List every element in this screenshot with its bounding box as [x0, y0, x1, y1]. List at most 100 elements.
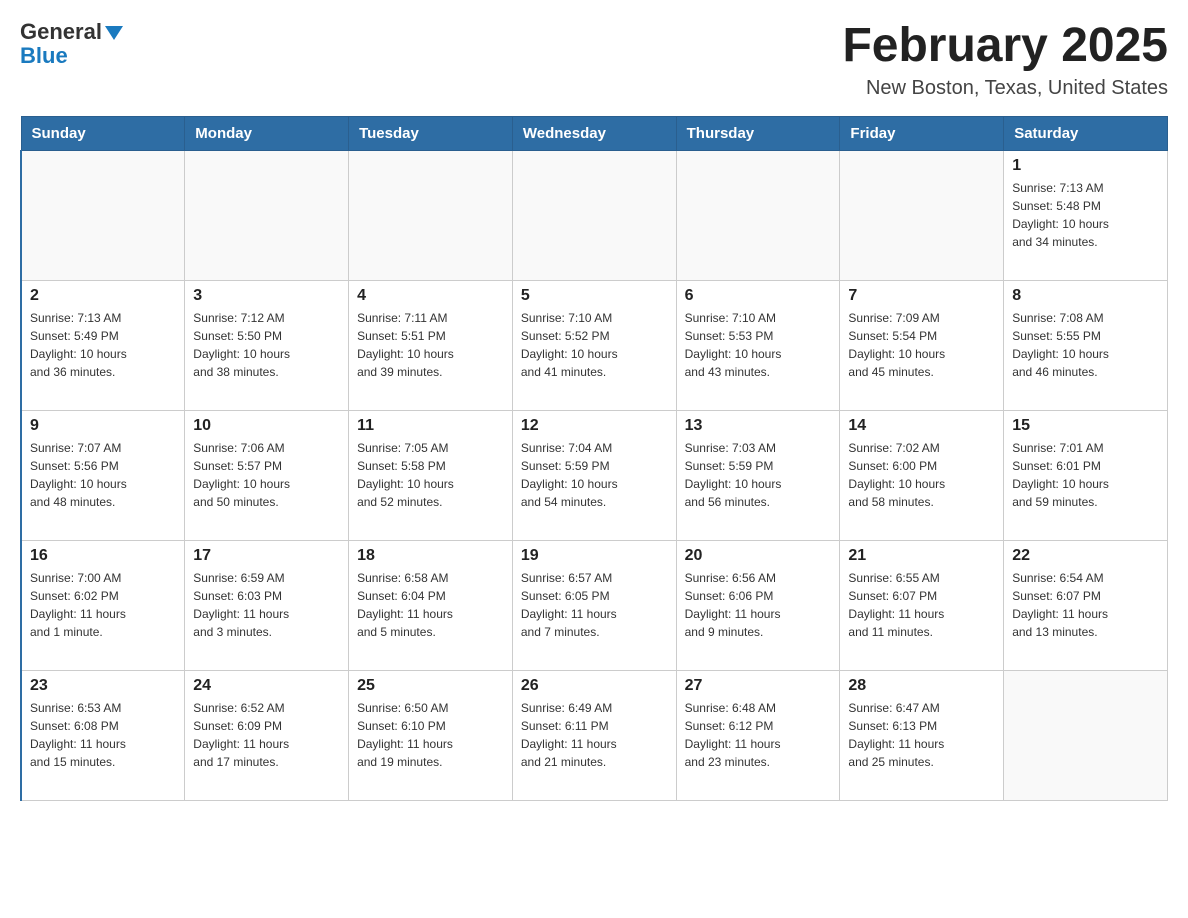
day-info: Sunrise: 6:56 AM Sunset: 6:06 PM Dayligh… [685, 569, 832, 641]
calendar-week-row: 9 Sunrise: 7:07 AM Sunset: 5:56 PM Daylig… [21, 410, 1168, 540]
calendar-day-cell: 21 Sunrise: 6:55 AM Sunset: 6:07 PM Dayli… [840, 540, 1004, 670]
day-info: Sunrise: 7:01 AM Sunset: 6:01 PM Dayligh… [1012, 439, 1159, 511]
day-info: Sunrise: 7:03 AM Sunset: 5:59 PM Dayligh… [685, 439, 832, 511]
logo-top-row: General [20, 20, 123, 44]
day-info: Sunrise: 6:52 AM Sunset: 6:09 PM Dayligh… [193, 699, 340, 771]
day-info: Sunrise: 7:10 AM Sunset: 5:53 PM Dayligh… [685, 309, 832, 381]
logo: General Blue [20, 20, 123, 68]
days-of-week-row: SundayMondayTuesdayWednesdayThursdayFrid… [21, 116, 1168, 150]
calendar-table: SundayMondayTuesdayWednesdayThursdayFrid… [20, 116, 1168, 801]
day-number: 24 [193, 677, 340, 695]
page-header: General Blue February 2025 New Boston, T… [20, 20, 1168, 100]
day-number: 23 [30, 677, 176, 695]
day-number: 7 [848, 287, 995, 305]
day-number: 16 [30, 547, 176, 565]
day-info: Sunrise: 7:10 AM Sunset: 5:52 PM Dayligh… [521, 309, 668, 381]
calendar-day-cell: 19Sunrise: 6:57 AM Sunset: 6:05 PM Dayli… [512, 540, 676, 670]
calendar-day-cell: 27Sunrise: 6:48 AM Sunset: 6:12 PM Dayli… [676, 670, 840, 800]
day-number: 1 [1012, 157, 1159, 175]
day-number: 27 [685, 677, 832, 695]
day-info: Sunrise: 7:05 AM Sunset: 5:58 PM Dayligh… [357, 439, 504, 511]
day-number: 2 [30, 287, 176, 305]
day-info: Sunrise: 6:55 AM Sunset: 6:07 PM Dayligh… [848, 569, 995, 641]
day-info: Sunrise: 7:07 AM Sunset: 5:56 PM Dayligh… [30, 439, 176, 511]
calendar-day-cell: 11 Sunrise: 7:05 AM Sunset: 5:58 PM Dayli… [349, 410, 513, 540]
day-info: Sunrise: 6:54 AM Sunset: 6:07 PM Dayligh… [1012, 569, 1159, 641]
day-of-week-header: Monday [185, 116, 349, 150]
calendar-header: SundayMondayTuesdayWednesdayThursdayFrid… [21, 116, 1168, 150]
calendar-day-cell: 8 Sunrise: 7:08 AM Sunset: 5:55 PM Daylig… [1004, 280, 1168, 410]
day-of-week-header: Wednesday [512, 116, 676, 150]
calendar-day-cell: 20Sunrise: 6:56 AM Sunset: 6:06 PM Dayli… [676, 540, 840, 670]
day-number: 25 [357, 677, 504, 695]
calendar-day-cell: 4 Sunrise: 7:11 AM Sunset: 5:51 PM Daylig… [349, 280, 513, 410]
calendar-week-row: 23 Sunrise: 6:53 AM Sunset: 6:08 PM Dayli… [21, 670, 1168, 800]
day-number: 14 [848, 417, 995, 435]
calendar-day-cell [349, 150, 513, 280]
day-number: 6 [685, 287, 832, 305]
calendar-week-row: 16Sunrise: 7:00 AM Sunset: 6:02 PM Dayli… [21, 540, 1168, 670]
calendar-day-cell: 1 Sunrise: 7:13 AM Sunset: 5:48 PM Daylig… [1004, 150, 1168, 280]
day-info: Sunrise: 6:49 AM Sunset: 6:11 PM Dayligh… [521, 699, 668, 771]
day-number: 12 [521, 417, 668, 435]
day-info: Sunrise: 7:13 AM Sunset: 5:48 PM Dayligh… [1012, 179, 1159, 251]
calendar-day-cell: 28 Sunrise: 6:47 AM Sunset: 6:13 PM Dayli… [840, 670, 1004, 800]
calendar-day-cell: 15 Sunrise: 7:01 AM Sunset: 6:01 PM Dayli… [1004, 410, 1168, 540]
day-info: Sunrise: 7:08 AM Sunset: 5:55 PM Dayligh… [1012, 309, 1159, 381]
day-number: 10 [193, 417, 340, 435]
calendar-day-cell [185, 150, 349, 280]
calendar-day-cell: 23 Sunrise: 6:53 AM Sunset: 6:08 PM Dayli… [21, 670, 185, 800]
day-number: 8 [1012, 287, 1159, 305]
day-info: Sunrise: 6:47 AM Sunset: 6:13 PM Dayligh… [848, 699, 995, 771]
calendar-day-cell: 13Sunrise: 7:03 AM Sunset: 5:59 PM Dayli… [676, 410, 840, 540]
day-number: 22 [1012, 547, 1159, 565]
day-number: 11 [357, 417, 504, 435]
day-info: Sunrise: 7:06 AM Sunset: 5:57 PM Dayligh… [193, 439, 340, 511]
day-number: 9 [30, 417, 176, 435]
day-info: Sunrise: 6:58 AM Sunset: 6:04 PM Dayligh… [357, 569, 504, 641]
calendar-day-cell: 17 Sunrise: 6:59 AM Sunset: 6:03 PM Dayli… [185, 540, 349, 670]
day-number: 18 [357, 547, 504, 565]
day-info: Sunrise: 6:59 AM Sunset: 6:03 PM Dayligh… [193, 569, 340, 641]
logo-blue-text: Blue [20, 43, 68, 68]
logo-triangle-icon [105, 26, 123, 40]
day-info: Sunrise: 7:09 AM Sunset: 5:54 PM Dayligh… [848, 309, 995, 381]
calendar-week-row: 2 Sunrise: 7:13 AM Sunset: 5:49 PM Daylig… [21, 280, 1168, 410]
day-info: Sunrise: 7:13 AM Sunset: 5:49 PM Dayligh… [30, 309, 176, 381]
day-info: Sunrise: 6:57 AM Sunset: 6:05 PM Dayligh… [521, 569, 668, 641]
calendar-day-cell: 24 Sunrise: 6:52 AM Sunset: 6:09 PM Dayli… [185, 670, 349, 800]
main-title: February 2025 [842, 20, 1168, 73]
logo-general-text: General [20, 19, 102, 44]
calendar-day-cell: 6 Sunrise: 7:10 AM Sunset: 5:53 PM Daylig… [676, 280, 840, 410]
calendar-day-cell: 14 Sunrise: 7:02 AM Sunset: 6:00 PM Dayli… [840, 410, 1004, 540]
day-info: Sunrise: 6:53 AM Sunset: 6:08 PM Dayligh… [30, 699, 176, 771]
day-number: 5 [521, 287, 668, 305]
day-number: 17 [193, 547, 340, 565]
day-of-week-header: Friday [840, 116, 1004, 150]
calendar-day-cell [1004, 670, 1168, 800]
day-of-week-header: Sunday [21, 116, 185, 150]
calendar-day-cell: 16Sunrise: 7:00 AM Sunset: 6:02 PM Dayli… [21, 540, 185, 670]
calendar-body: 1 Sunrise: 7:13 AM Sunset: 5:48 PM Daylig… [21, 150, 1168, 800]
day-number: 28 [848, 677, 995, 695]
day-of-week-header: Saturday [1004, 116, 1168, 150]
calendar-day-cell: 10 Sunrise: 7:06 AM Sunset: 5:57 PM Dayli… [185, 410, 349, 540]
day-number: 26 [521, 677, 668, 695]
calendar-day-cell: 5 Sunrise: 7:10 AM Sunset: 5:52 PM Daylig… [512, 280, 676, 410]
day-number: 21 [848, 547, 995, 565]
day-info: Sunrise: 6:50 AM Sunset: 6:10 PM Dayligh… [357, 699, 504, 771]
day-of-week-header: Tuesday [349, 116, 513, 150]
day-info: Sunrise: 7:11 AM Sunset: 5:51 PM Dayligh… [357, 309, 504, 381]
day-of-week-header: Thursday [676, 116, 840, 150]
day-number: 15 [1012, 417, 1159, 435]
calendar-day-cell: 2 Sunrise: 7:13 AM Sunset: 5:49 PM Daylig… [21, 280, 185, 410]
day-info: Sunrise: 7:12 AM Sunset: 5:50 PM Dayligh… [193, 309, 340, 381]
day-info: Sunrise: 7:02 AM Sunset: 6:00 PM Dayligh… [848, 439, 995, 511]
calendar-day-cell [512, 150, 676, 280]
subtitle: New Boston, Texas, United States [842, 77, 1168, 100]
title-block: February 2025 New Boston, Texas, United … [842, 20, 1168, 100]
calendar-day-cell: 25 Sunrise: 6:50 AM Sunset: 6:10 PM Dayli… [349, 670, 513, 800]
day-info: Sunrise: 7:04 AM Sunset: 5:59 PM Dayligh… [521, 439, 668, 511]
calendar-day-cell: 7 Sunrise: 7:09 AM Sunset: 5:54 PM Daylig… [840, 280, 1004, 410]
day-number: 4 [357, 287, 504, 305]
